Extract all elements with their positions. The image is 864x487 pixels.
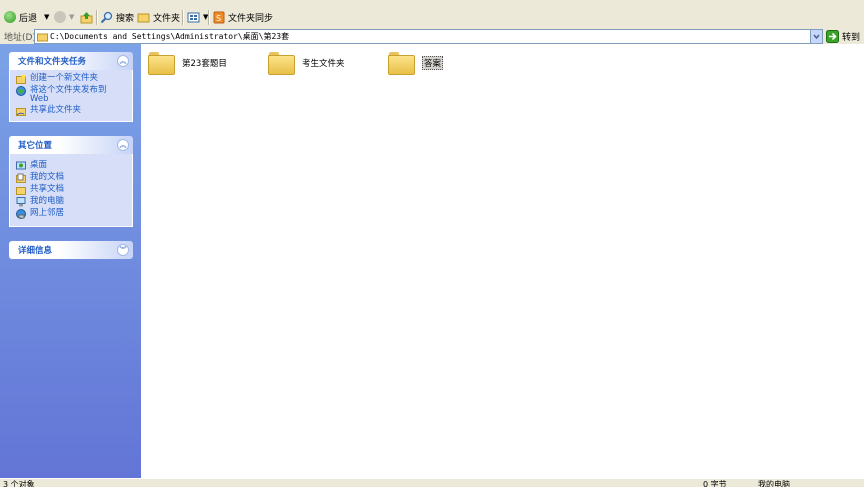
shared-documents-icon xyxy=(16,187,26,195)
toolbar: 后退 ▼ ▼ 搜索 文件夹 ▼ S 文件夹同步 xyxy=(0,5,864,30)
new-folder-icon xyxy=(16,74,26,84)
go-label: 转到 xyxy=(842,32,861,43)
forward-button[interactable]: ▼ xyxy=(54,9,74,25)
place-my-documents[interactable]: 我的文档 xyxy=(10,172,132,184)
file-tasks-panel: 文件和文件夹任务 ︽ 创建一个新文件夹 将这个文件夹发布到 Web 共享此文件夹 xyxy=(9,52,133,122)
task-share-folder[interactable]: 共享此文件夹 xyxy=(10,105,132,117)
address-dropdown-button[interactable] xyxy=(810,30,822,43)
folders-label: 文件夹 xyxy=(153,13,181,24)
toolbar-separator xyxy=(208,10,210,25)
search-icon xyxy=(100,11,113,23)
search-label: 搜索 xyxy=(116,13,135,24)
back-button[interactable]: 后退 ▼ xyxy=(4,9,49,25)
panel-title: 文件和文件夹任务 xyxy=(18,57,87,67)
file-tasks-body: 创建一个新文件夹 将这个文件夹发布到 Web 共享此文件夹 xyxy=(9,70,133,122)
panel-title: 其它位置 xyxy=(18,141,53,151)
file-view: 第23套题目 考生文件夹 答案 xyxy=(141,44,864,478)
collapse-icon[interactable]: ︽ xyxy=(117,55,129,67)
folder-item-selected[interactable]: 答案 xyxy=(388,51,444,75)
folder-icon xyxy=(148,51,175,75)
address-bar: 地址(D) C:\Documents and Settings\Administ… xyxy=(0,29,864,44)
other-places-body: 桌面 我的文档 共享文档 我的电脑 网上邻居 xyxy=(9,154,133,227)
folder-icon xyxy=(388,51,415,75)
panel-title: 详细信息 xyxy=(18,246,53,256)
place-shared-documents[interactable]: 共享文档 xyxy=(10,184,132,196)
place-network[interactable]: 网上邻居 xyxy=(10,208,132,220)
search-button[interactable]: 搜索 xyxy=(100,9,134,25)
back-dropdown-icon[interactable]: ▼ xyxy=(44,13,49,21)
toolbar-separator xyxy=(182,10,184,25)
folder-name: 答案 xyxy=(422,56,444,70)
expand-icon[interactable]: ︾ xyxy=(117,244,129,256)
sync-icon: S xyxy=(213,11,225,23)
folder-name: 第23套题目 xyxy=(182,59,227,69)
address-path: C:\Documents and Settings\Administrator\… xyxy=(50,32,290,41)
file-tasks-header[interactable]: 文件和文件夹任务 ︽ xyxy=(9,52,133,70)
task-new-folder[interactable]: 创建一个新文件夹 xyxy=(10,73,132,85)
other-places-header[interactable]: 其它位置 ︽ xyxy=(9,136,133,154)
folder-name: 考生文件夹 xyxy=(302,59,345,69)
go-arrow-icon xyxy=(826,29,839,43)
svg-text:S: S xyxy=(216,14,221,23)
share-folder-icon xyxy=(16,108,26,116)
place-my-computer[interactable]: 我的电脑 xyxy=(10,196,132,208)
my-documents-icon xyxy=(16,173,26,183)
up-folder-icon xyxy=(80,11,93,23)
details-panel: 详细信息 ︾ xyxy=(9,241,133,259)
back-arrow-icon xyxy=(4,11,16,23)
place-desktop[interactable]: 桌面 xyxy=(10,160,132,172)
other-places-panel: 其它位置 ︽ 桌面 我的文档 共享文档 我的电脑 网上邻居 xyxy=(9,136,133,227)
folders-button[interactable]: 文件夹 xyxy=(137,9,180,25)
collapse-icon[interactable]: ︽ xyxy=(117,139,129,151)
views-button[interactable]: ▼ xyxy=(187,9,208,25)
views-icon xyxy=(187,12,200,22)
task-pane: 文件和文件夹任务 ︽ 创建一个新文件夹 将这个文件夹发布到 Web 共享此文件夹… xyxy=(0,44,141,478)
forward-dropdown-icon: ▼ xyxy=(69,13,75,21)
go-button[interactable]: 转到 xyxy=(826,29,860,43)
folder-sync-button[interactable]: S 文件夹同步 xyxy=(213,9,273,25)
folder-icon xyxy=(37,33,48,41)
back-label: 后退 xyxy=(19,13,38,24)
network-icon xyxy=(16,209,26,219)
my-computer-icon xyxy=(16,197,26,207)
folder-item[interactable]: 第23套题目 xyxy=(148,51,227,75)
folder-icon xyxy=(268,51,295,75)
task-publish-web[interactable]: 将这个文件夹发布到 Web xyxy=(10,85,132,105)
folders-icon xyxy=(137,13,150,22)
chevron-down-icon xyxy=(813,34,820,40)
address-label: 地址(D) xyxy=(4,33,36,43)
folder-item[interactable]: 考生文件夹 xyxy=(268,51,345,75)
toolbar-separator xyxy=(96,10,98,25)
up-folder-button[interactable] xyxy=(80,9,93,25)
folder-sync-label: 文件夹同步 xyxy=(228,13,274,24)
desktop-icon xyxy=(16,161,26,170)
publish-web-icon xyxy=(16,86,26,96)
details-header[interactable]: 详细信息 ︾ xyxy=(9,241,133,259)
address-input[interactable]: C:\Documents and Settings\Administrator\… xyxy=(34,29,823,44)
forward-arrow-icon xyxy=(54,11,66,23)
